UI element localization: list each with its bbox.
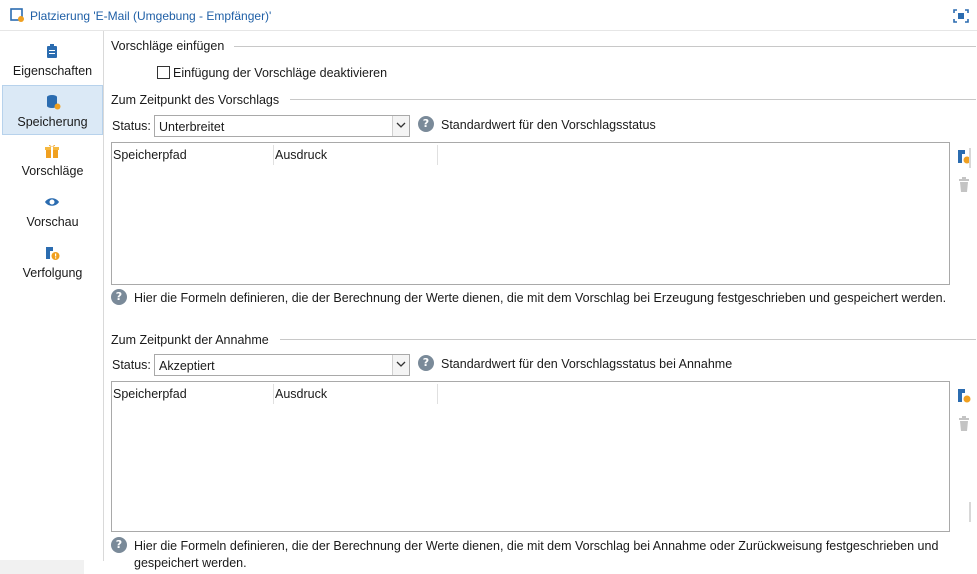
- placement-icon: [10, 8, 24, 22]
- proposal-status-select[interactable]: Unterbreitet: [154, 115, 410, 137]
- scroll-indicator: [969, 148, 971, 168]
- help-icon: ?: [418, 116, 434, 132]
- sidebar-item-vorschau[interactable]: Vorschau: [2, 186, 103, 236]
- insert-section-title: Vorschläge einfügen: [111, 39, 225, 53]
- dropdown-button[interactable]: [392, 355, 409, 375]
- column-separator: [273, 384, 274, 404]
- proposal-status-help: Standardwert für den Vorschlagsstatus: [441, 118, 656, 132]
- tracking-icon: [46, 247, 60, 260]
- sidebar-item-label: Vorschau: [26, 215, 79, 229]
- sidebar-item-speicherung[interactable]: Speicherung: [2, 85, 103, 135]
- acceptance-status-value: Akzeptiert: [159, 359, 215, 373]
- eye-icon: [45, 198, 59, 206]
- sidebar-item-label: Vorschläge: [21, 164, 84, 178]
- section-divider: [280, 339, 976, 340]
- gift-icon: [45, 144, 59, 158]
- acceptance-help-text: Hier die Formeln definieren, die der Ber…: [134, 539, 939, 570]
- sidebar-item-verfolgung[interactable]: Verfolgung: [2, 237, 103, 287]
- column-header-ausdruck[interactable]: Ausdruck: [275, 387, 327, 401]
- sidebar-footer: [0, 560, 84, 574]
- proposal-storage-table[interactable]: Speicherpfad Ausdruck: [111, 142, 950, 285]
- dropdown-button[interactable]: [392, 116, 409, 136]
- sidebar: Eigenschaften Speicherung Vorschläge Vor…: [0, 31, 104, 561]
- help-icon: ?: [111, 537, 127, 553]
- proposal-section-title: Zum Zeitpunkt des Vorschlags: [111, 93, 280, 107]
- section-divider: [290, 99, 976, 100]
- proposal-status-label: Status:: [112, 119, 151, 133]
- sidebar-item-eigenschaften[interactable]: Eigenschaften: [2, 35, 103, 85]
- clipboard-icon: [47, 44, 57, 58]
- help-icon: ?: [111, 289, 127, 305]
- sidebar-item-label: Eigenschaften: [12, 64, 93, 78]
- sidebar-item-label: Speicherung: [17, 115, 88, 129]
- disable-proposals-checkbox[interactable]: [157, 66, 170, 79]
- title-bar: Platzierung 'E-Mail (Umgebung - Empfänge…: [0, 0, 977, 31]
- chevron-down-icon: [396, 122, 406, 128]
- sidebar-item-vorschlaege[interactable]: Vorschläge: [2, 135, 103, 185]
- column-header-speicherpfad[interactable]: Speicherpfad: [113, 387, 187, 401]
- proposal-help-text: Hier die Formeln definieren, die der Ber…: [134, 291, 947, 305]
- acceptance-status-label: Status:: [112, 358, 151, 372]
- sidebar-item-label: Verfolgung: [22, 266, 83, 280]
- scroll-indicator: [969, 502, 971, 522]
- section-divider: [234, 46, 976, 47]
- acceptance-storage-table[interactable]: Speicherpfad Ausdruck: [111, 381, 950, 532]
- maximize-icon[interactable]: [953, 9, 969, 23]
- acceptance-status-help: Standardwert für den Vorschlagsstatus be…: [441, 357, 733, 371]
- window-title: Platzierung 'E-Mail (Umgebung - Empfänge…: [30, 9, 272, 23]
- chevron-down-icon: [396, 361, 406, 367]
- delete-row-icon[interactable]: [955, 415, 973, 433]
- column-header-ausdruck[interactable]: Ausdruck: [275, 148, 327, 162]
- column-separator: [437, 145, 438, 165]
- delete-row-icon[interactable]: [955, 176, 973, 194]
- proposal-status-value: Unterbreitet: [159, 120, 225, 134]
- column-header-speicherpfad[interactable]: Speicherpfad: [113, 148, 187, 162]
- database-icon: [47, 95, 61, 110]
- help-icon: ?: [418, 355, 434, 371]
- column-separator: [273, 145, 274, 165]
- acceptance-status-select[interactable]: Akzeptiert: [154, 354, 410, 376]
- disable-proposals-label: Einfügung der Vorschläge deaktivieren: [173, 66, 388, 80]
- column-separator: [437, 384, 438, 404]
- add-row-icon[interactable]: [955, 387, 973, 405]
- acceptance-section-title: Zum Zeitpunkt der Annahme: [111, 333, 269, 347]
